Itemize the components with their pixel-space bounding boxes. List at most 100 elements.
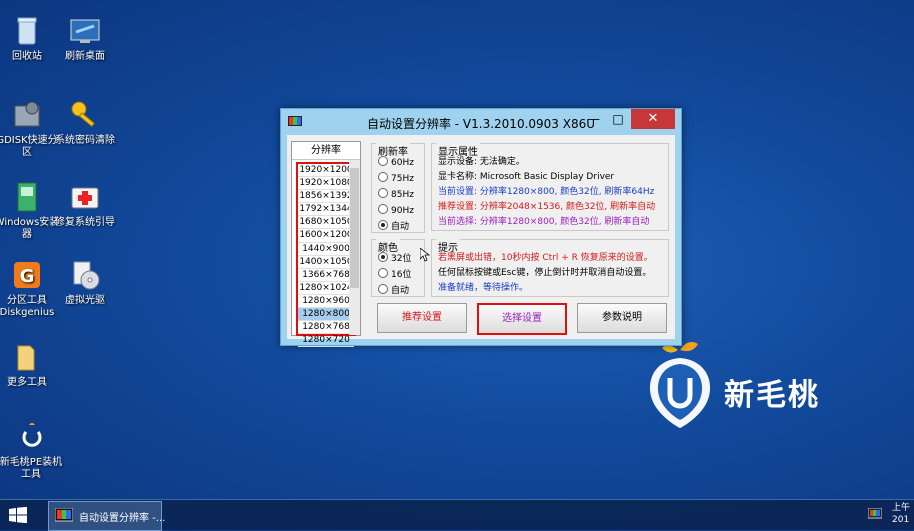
desktop-icon-recycle-bin[interactable]: 回收站 — [0, 14, 60, 63]
color-depth-group: 颜色 32位 16位 自动 — [371, 239, 425, 297]
title-bar[interactable]: 自动设置分辨率 - V1.3.2010.0903 X86U — □ ✕ — [281, 109, 681, 135]
clock-date: 201 — [892, 515, 910, 525]
virtual-drive-icon — [73, 261, 100, 290]
list-scrollbar[interactable] — [349, 160, 360, 335]
apply-selection-button[interactable]: 选择设置 — [477, 303, 567, 335]
taskbar: 自动设置分辨率 -... 上午 201 — [0, 499, 914, 531]
list-item[interactable]: 1280×1024 — [298, 282, 354, 295]
desktop-icon-label: 修复系统引导 — [55, 217, 115, 228]
brand-logo: 新毛桃 — [640, 340, 860, 430]
radio-circle-icon — [378, 188, 388, 198]
list-item[interactable]: 1280×720 — [298, 334, 354, 348]
list-item[interactable]: 1792×1344 — [298, 203, 354, 217]
list-item[interactable]: 1280×960 — [298, 295, 354, 309]
recycle-bin-icon — [17, 17, 37, 45]
gdisk-icon — [14, 101, 40, 127]
list-item[interactable]: 1440×900 — [298, 243, 354, 256]
radio-16bit[interactable]: 16位 — [378, 268, 411, 280]
desktop-icon-label: 刷新桌面 — [65, 51, 105, 62]
scrollbar-thumb[interactable] — [350, 168, 359, 288]
radio-label: 32位 — [391, 254, 412, 264]
radio-90hz[interactable]: 90Hz — [378, 204, 414, 216]
parameter-help-button[interactable]: 参数说明 — [577, 303, 667, 333]
radio-label: 85Hz — [391, 190, 414, 200]
close-button[interactable]: ✕ — [631, 109, 675, 129]
pe-installer-icon — [22, 423, 42, 447]
list-item[interactable]: 1400×1050 — [298, 256, 354, 269]
list-item[interactable]: 1600×1200 — [298, 229, 354, 243]
list-item-selected[interactable]: 1280×800 — [298, 308, 354, 322]
resolution-header: 分辨率 — [292, 142, 360, 160]
radio-32bit[interactable]: 32位 — [378, 252, 411, 264]
tray-display-icon[interactable] — [868, 508, 882, 520]
desktop-icon-virtual-drive[interactable]: 虚拟光驱 — [52, 258, 118, 307]
desktop-icon-gdisk[interactable]: GDISK快速分区 — [0, 98, 60, 159]
maximize-button[interactable]: □ — [605, 109, 631, 129]
radio-checked-icon — [378, 252, 388, 262]
resolution-items: 1920×1200 1920×1080 1856×1392 1792×1344 … — [296, 162, 356, 348]
first-aid-icon — [71, 187, 99, 209]
hint-line: 若黑屏或出错，10秒内按 Ctrl + R 恢复原来的设置。 — [438, 253, 653, 263]
radio-circle-icon — [378, 284, 388, 294]
desktop-icon-label: GDISK快速分区 — [0, 135, 58, 158]
diskgenius-icon: G — [14, 262, 40, 288]
radio-label: 16位 — [391, 270, 412, 280]
list-item[interactable]: 1366×768 — [298, 269, 354, 282]
display-properties-group: 显示属性 显示设备: 无法确定。 显卡名称: Microsoft Basic D… — [431, 143, 669, 231]
radio-75hz[interactable]: 75Hz — [378, 172, 414, 184]
current-setting-line: 当前设置: 分辨率1280×800, 颜色32位, 刷新率64Hz — [438, 187, 655, 197]
radio-checked-icon — [378, 220, 388, 230]
radio-85hz[interactable]: 85Hz — [378, 188, 414, 200]
mouse-cursor-icon — [420, 248, 430, 262]
radio-color-auto[interactable]: 自动 — [378, 284, 409, 296]
radio-label: 自动 — [391, 286, 410, 296]
list-item[interactable]: 1680×1050 — [298, 216, 354, 230]
radio-circle-icon — [378, 268, 388, 278]
resolution-list[interactable]: 分辨率 1920×1200 1920×1080 1856×1392 1792×1… — [291, 141, 361, 348]
list-item[interactable]: 1856×1392 — [298, 190, 354, 204]
brand-name: 新毛桃 — [724, 378, 820, 413]
desktop-icon-label: 虚拟光驱 — [65, 295, 105, 306]
desktop-icon-label: 回收站 — [12, 51, 42, 62]
taskbar-app-button[interactable]: 自动设置分辨率 -... — [48, 501, 166, 531]
key-icon — [71, 101, 95, 128]
svg-text:G: G — [20, 266, 35, 287]
desktop-icon-label: 新毛桃PE装机工具 — [0, 457, 63, 480]
desktop-icon-windows-installer[interactable]: Windows安装器 — [0, 180, 60, 241]
radio-60hz[interactable]: 60Hz — [378, 156, 414, 168]
desktop-icon-password[interactable]: 系统密码清除 — [52, 98, 118, 147]
taskbar-app-label: 自动设置分辨率 -... — [79, 513, 166, 524]
desktop-icon-repair-boot[interactable]: 修复系统引导 — [52, 180, 118, 229]
radio-label: 90Hz — [391, 206, 414, 216]
refresh-desktop-icon — [70, 19, 100, 43]
clock-time: 上午 — [892, 503, 911, 513]
minimize-button[interactable]: — — [581, 109, 607, 129]
radio-label: 60Hz — [391, 158, 414, 168]
folder-icon — [17, 345, 35, 371]
windows-installer-icon — [17, 182, 37, 212]
system-clock[interactable]: 上午 201 — [892, 502, 910, 526]
list-item[interactable]: 1920×1080 — [298, 177, 354, 191]
hint-line: 任何鼠标按键或Esc键，停止倒计时并取消自动设置。 — [438, 268, 652, 278]
list-item[interactable]: 1280×768 — [298, 321, 354, 335]
desktop-icon-more-tools[interactable]: 更多工具 — [0, 340, 60, 389]
desktop-icon-label: Windows安装器 — [0, 217, 60, 240]
window-client: 分辨率 1920×1200 1920×1080 1856×1392 1792×1… — [287, 135, 675, 348]
radio-refresh-auto[interactable]: 自动 — [378, 220, 409, 232]
list-item[interactable]: 1920×1200 — [298, 164, 354, 178]
gpu-name-line: 显卡名称: Microsoft Basic Display Driver — [438, 172, 615, 182]
radio-label: 75Hz — [391, 174, 414, 184]
desktop-icon-label: 分区工具Diskgenius — [0, 295, 55, 318]
app-icon — [55, 508, 73, 522]
recommended-setting-line: 推荐设置: 分辨率2048×1536, 颜色32位, 刷新率自动 — [438, 202, 656, 212]
radio-circle-icon — [378, 204, 388, 214]
status-line: 准备就绪，等待操作。 — [438, 283, 529, 293]
radio-circle-icon — [378, 172, 388, 182]
desktop-icon-diskgenius[interactable]: G 分区工具Diskgenius — [0, 258, 60, 319]
current-selection-line: 当前选择: 分辨率1280×800, 颜色32位, 刷新率自动 — [438, 217, 650, 227]
desktop-icon-refresh[interactable]: 刷新桌面 — [52, 14, 118, 63]
recommend-settings-button[interactable]: 推荐设置 — [377, 303, 467, 333]
desktop-icon-pe-installer[interactable]: 新毛桃PE装机工具 — [0, 420, 64, 481]
windows-start-icon[interactable] — [9, 507, 27, 523]
desktop-icon-label: 系统密码清除 — [55, 135, 115, 146]
